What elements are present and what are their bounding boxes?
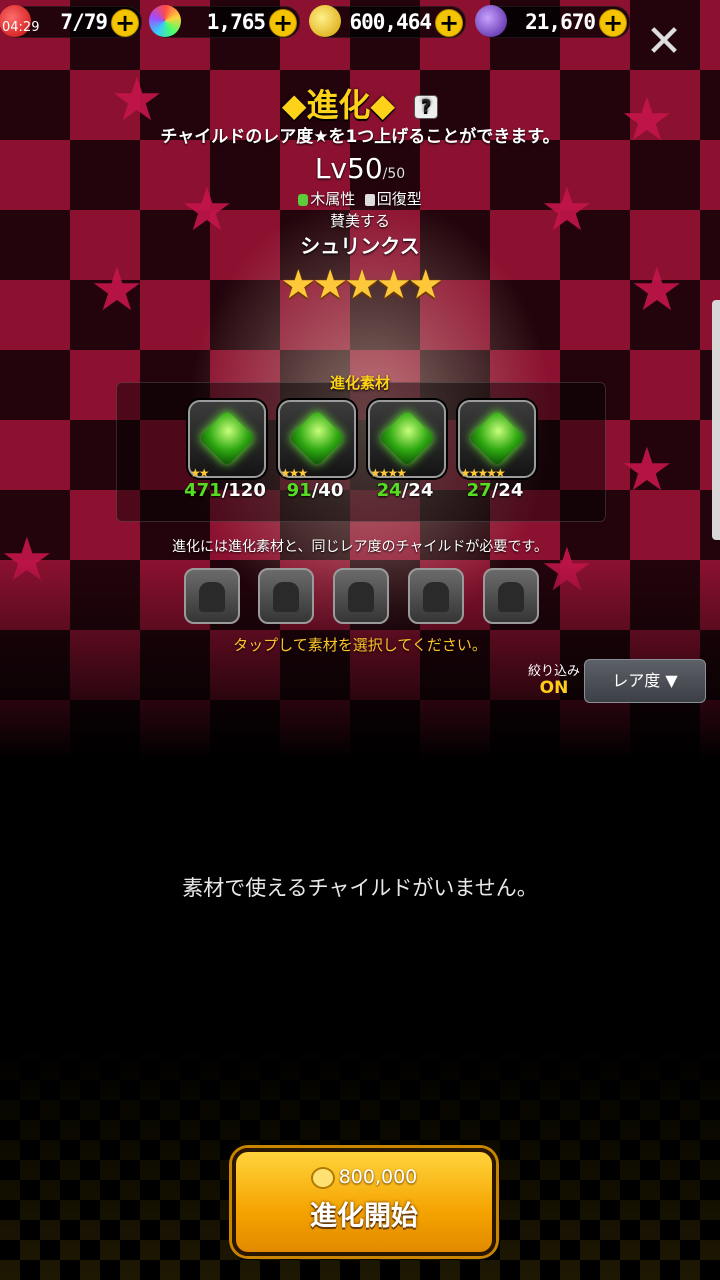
sort-rarity-button[interactable]: レア度 ▼ <box>584 659 706 703</box>
filter-label: 絞り込み <box>527 664 580 679</box>
resource-value: 21,670 <box>525 10 596 34</box>
green-gem-icon <box>468 409 526 467</box>
material-stars: ★★★★★ <box>460 466 506 480</box>
purple-crystal-icon <box>475 5 507 37</box>
resource-value: 600,464 <box>349 10 432 34</box>
material-stars: ★★★★ <box>370 466 407 480</box>
scrollbar[interactable] <box>712 300 720 540</box>
requirement-text: 進化には進化素材と、同じレア度のチャイルドが必要です。 <box>172 539 548 555</box>
tap-instruction: タップして素材を選択してください。 <box>233 636 487 654</box>
silhouette-icon <box>423 582 449 612</box>
character-name: シュリンクス <box>300 234 420 258</box>
material-need: /40 <box>311 480 344 501</box>
start-evolution-label: 進化開始 <box>310 1201 418 1232</box>
green-gem-icon <box>378 409 436 467</box>
empty-message: 素材で使えるチャイルドがいません。 <box>182 876 538 900</box>
silhouette-icon <box>498 582 524 612</box>
resource-value: 7/79 <box>60 10 108 34</box>
child-slot-4[interactable] <box>408 568 464 624</box>
level-value: Lv50 <box>314 152 383 185</box>
resource-value: 1,765 <box>206 10 266 34</box>
filter-toggle[interactable]: ON <box>524 678 584 698</box>
material-need: /24 <box>491 480 524 501</box>
material-have: 24 <box>376 480 402 501</box>
material-stars: ★★ <box>190 466 209 480</box>
materials-label: 進化素材 <box>329 374 390 392</box>
evolution-cost: 800,000 <box>236 1166 492 1189</box>
add-stamina-button[interactable]: + <box>111 9 139 37</box>
material-count: 91/40 <box>265 480 365 501</box>
rainbow-orb-icon <box>149 5 181 37</box>
child-slot-2[interactable] <box>258 568 314 624</box>
resource-gold: 600,464 + <box>309 5 466 38</box>
type-label: 回復型 <box>376 190 422 208</box>
material-have: 471 <box>184 480 222 501</box>
status-clock: 04:29 <box>2 20 40 35</box>
level-max: /50 <box>382 166 406 182</box>
silhouette-icon <box>348 582 374 612</box>
page-title: ◆進化◆ ? <box>0 80 720 126</box>
star-decoration: ★ <box>620 435 674 505</box>
character-level: Lv50/50 <box>0 152 720 185</box>
heal-type-icon <box>364 193 375 206</box>
material-count: 24/24 <box>355 480 455 501</box>
cost-value: 800,000 <box>338 1166 418 1188</box>
child-slot-3[interactable] <box>333 568 389 624</box>
add-crystal-button[interactable]: + <box>599 9 627 37</box>
gold-coin-stack-icon <box>309 5 341 37</box>
gold-coin-icon <box>310 1166 335 1189</box>
attribute-label: 木属性 <box>310 190 356 208</box>
rarity-stars: ★★★★★ <box>280 262 443 308</box>
child-slot-1[interactable] <box>184 568 240 624</box>
character-attributes: 木属性 回復型 <box>0 188 720 209</box>
add-orb-button[interactable]: + <box>269 9 297 37</box>
resource-orb: 1,765 + <box>149 5 300 38</box>
material-have: 27 <box>466 480 492 501</box>
close-icon[interactable]: ✕ <box>640 18 688 66</box>
character-subtitle: 賛美する <box>329 212 390 230</box>
title-text: ◆進化◆ <box>281 86 396 124</box>
material-need: /120 <box>221 480 266 501</box>
material-count: 471/120 <box>175 480 275 501</box>
wood-attribute-icon <box>298 193 309 206</box>
green-gem-icon <box>288 409 346 467</box>
material-have: 91 <box>286 480 312 501</box>
resource-bar: 04:29 7/79 + 1,765 + 600,464 + 21,670 + … <box>0 0 720 66</box>
child-slot-5[interactable] <box>483 568 539 624</box>
silhouette-icon <box>273 582 299 612</box>
silhouette-icon <box>199 582 225 612</box>
start-evolution-button[interactable]: 800,000 進化開始 <box>232 1148 496 1256</box>
resource-crystal: 21,670 + <box>475 5 630 38</box>
material-count: 27/24 <box>445 480 545 501</box>
green-gem-icon <box>198 409 256 467</box>
page-description: チャイルドのレア度★を1つ上げることができます。 <box>160 127 560 147</box>
material-need: /24 <box>401 480 434 501</box>
add-gold-button[interactable]: + <box>435 9 463 37</box>
material-stars: ★★★ <box>280 466 308 480</box>
help-icon[interactable]: ? <box>414 95 439 119</box>
